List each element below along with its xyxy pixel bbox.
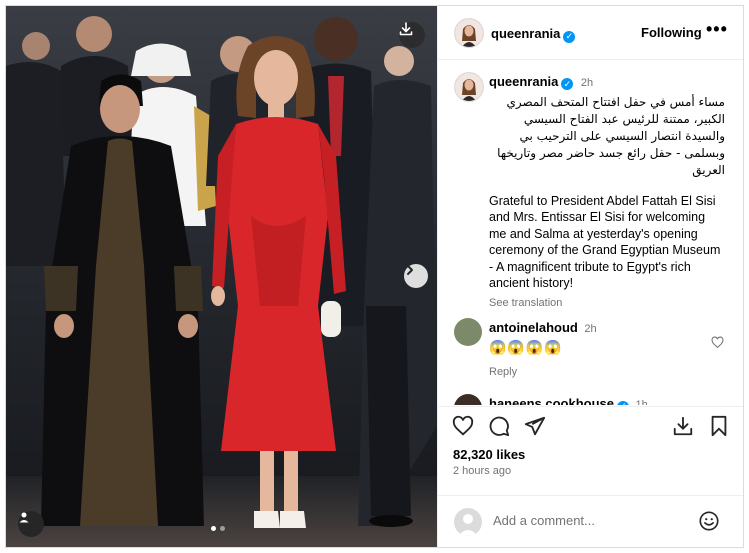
- author-name-row: queenrania ✓: [491, 25, 576, 43]
- posted-time: 2 hours ago: [453, 465, 512, 477]
- current-user-avatar: [454, 508, 482, 536]
- carousel-dot: [220, 526, 225, 531]
- avatar-image: [455, 19, 483, 47]
- comment-body: antoinelahoud 2h 😱😱😱😱 Reply: [489, 320, 699, 378]
- bookmark-icon: [711, 415, 727, 437]
- share-button[interactable]: [524, 415, 546, 442]
- comment-like-button[interactable]: [711, 336, 724, 354]
- reply-link[interactable]: Reply: [489, 366, 699, 378]
- post-sidebar: queenrania ✓ Following ••• queenrania ✓ 2h: [437, 6, 743, 547]
- next-photo-button[interactable]: [404, 264, 428, 288]
- avatar-image: [455, 73, 483, 101]
- see-translation-link[interactable]: See translation: [489, 295, 725, 312]
- caption-time: 2h: [580, 77, 594, 89]
- comments-list[interactable]: queenrania ✓ 2h مساء أمس في حفل افتتاح ال…: [438, 60, 743, 405]
- caption-avatar[interactable]: [454, 72, 484, 102]
- comment-time: 2h: [584, 323, 597, 335]
- user-icon: [458, 514, 478, 536]
- verified-badge-icon: ✓: [561, 78, 574, 91]
- verified-badge-icon: ✓: [616, 400, 629, 405]
- emoji-button[interactable]: [698, 510, 720, 537]
- carousel-dot-active: [211, 526, 216, 531]
- commenter-username[interactable]: haneens.cookhouse: [489, 396, 614, 405]
- like-button[interactable]: [452, 415, 474, 442]
- post-photo[interactable]: [6, 6, 437, 547]
- heart-icon: [711, 336, 724, 349]
- photo-illustration: [6, 6, 437, 547]
- smile-icon: [699, 511, 719, 531]
- following-button[interactable]: Following: [641, 25, 702, 40]
- save-to-collection-button[interactable]: [672, 415, 694, 442]
- post-header: queenrania ✓ Following •••: [438, 6, 743, 60]
- comment-time: 1h: [635, 399, 648, 405]
- tagged-users-button[interactable]: [18, 511, 44, 537]
- send-icon: [524, 416, 546, 436]
- verified-badge-icon: ✓: [563, 30, 576, 43]
- commenter-username[interactable]: antoinelahoud: [489, 320, 578, 335]
- caption-username[interactable]: queenrania: [489, 74, 558, 89]
- heart-icon: [452, 415, 474, 436]
- comment-icon: [489, 416, 510, 437]
- caption: queenrania ✓ 2h مساء أمس في حفل افتتاح ال…: [489, 74, 725, 311]
- caption-arabic: مساء أمس في حفل افتتاح المتحف المصري الك…: [497, 94, 725, 177]
- comment-text: 😱😱😱😱: [489, 339, 563, 355]
- author-username[interactable]: queenrania: [491, 26, 560, 41]
- download-icon: [399, 22, 413, 36]
- more-options-button[interactable]: •••: [706, 19, 728, 40]
- add-comment-input[interactable]: Add a comment...: [493, 513, 595, 528]
- caption-english: Grateful to President Abdel Fattah El Si…: [489, 193, 721, 291]
- comment-button[interactable]: [488, 415, 510, 442]
- likes-count[interactable]: 82,320 likes: [453, 447, 525, 462]
- action-bar: [438, 406, 743, 447]
- carousel-dots: [211, 526, 225, 531]
- post-modal: queenrania ✓ Following ••• queenrania ✓ 2h: [5, 5, 744, 548]
- chevron-right-icon: [407, 265, 413, 275]
- comment-body: haneens.cookhouse✓ 1h: [489, 396, 648, 405]
- download-icon: [673, 416, 693, 436]
- download-button[interactable]: [399, 22, 425, 48]
- commenter-avatar[interactable]: [454, 394, 482, 405]
- author-avatar[interactable]: [454, 18, 484, 48]
- add-comment-bar: Add a comment...: [438, 495, 743, 547]
- save-button[interactable]: [708, 415, 730, 442]
- user-icon: [19, 512, 29, 523]
- commenter-avatar[interactable]: [454, 318, 482, 346]
